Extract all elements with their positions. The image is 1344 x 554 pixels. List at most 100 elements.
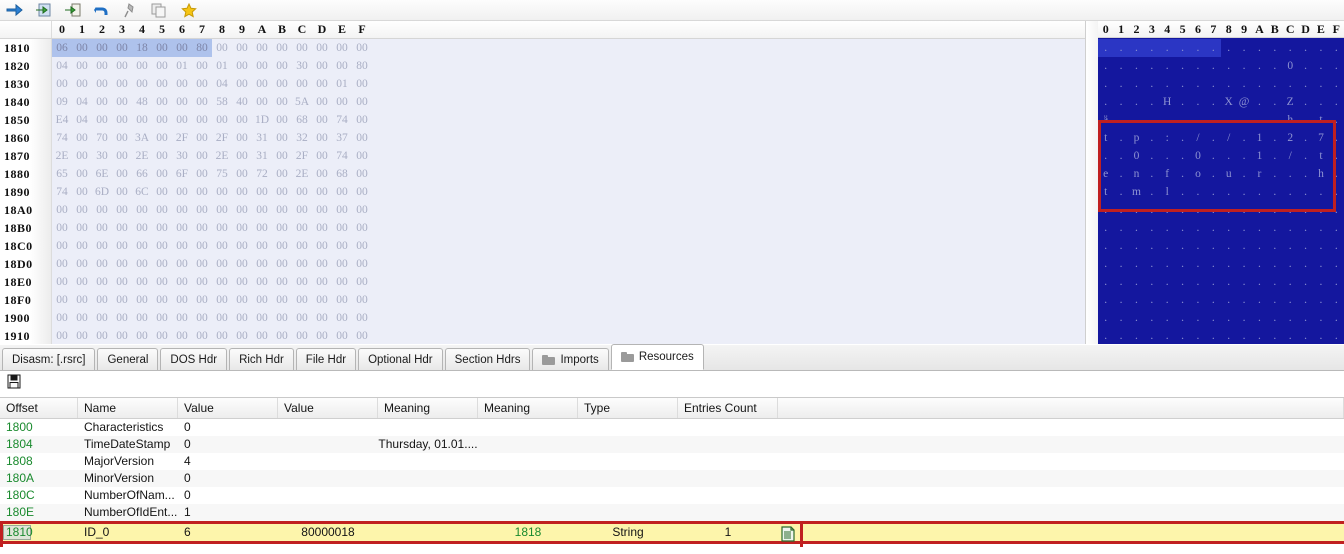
hex-byte[interactable]: 00 <box>172 273 192 291</box>
hex-byte[interactable]: 00 <box>212 327 232 344</box>
table-column-header[interactable]: Entries Count <box>678 398 778 418</box>
hex-byte[interactable]: 00 <box>112 201 132 219</box>
ascii-char[interactable]: . <box>1190 255 1205 273</box>
hex-byte[interactable]: 00 <box>152 93 172 111</box>
hex-byte[interactable]: 00 <box>132 273 152 291</box>
hex-byte[interactable]: 37 <box>332 129 352 147</box>
hex-byte[interactable]: 00 <box>72 75 92 93</box>
hex-byte[interactable]: 00 <box>132 309 152 327</box>
ascii-char[interactable]: . <box>1236 183 1251 201</box>
table-column-header[interactable]: Offset <box>0 398 78 418</box>
hex-byte[interactable]: 04 <box>212 75 232 93</box>
ascii-char[interactable]: . <box>1313 75 1328 93</box>
hex-byte[interactable]: 68 <box>292 111 312 129</box>
ascii-char[interactable]: . <box>1283 237 1298 255</box>
ascii-char[interactable]: . <box>1267 273 1282 291</box>
hex-byte[interactable]: 00 <box>92 111 112 129</box>
ascii-char[interactable]: . <box>1298 237 1313 255</box>
ascii-char[interactable]: . <box>1236 219 1251 237</box>
ascii-char[interactable]: . <box>1283 75 1298 93</box>
hex-row[interactable]: 1870 2E 00 30 00 2E 00 30 00 2E 00 31 00 2F 00 74 00 <box>0 147 1085 165</box>
hex-byte[interactable]: 00 <box>172 183 192 201</box>
hex-byte[interactable]: 6F <box>172 165 192 183</box>
hex-byte[interactable]: 74 <box>332 147 352 165</box>
hex-byte[interactable]: 00 <box>172 219 192 237</box>
ascii-char[interactable]: . <box>1160 327 1175 344</box>
hex-byte[interactable]: 00 <box>72 309 92 327</box>
tab-general[interactable]: General <box>97 348 159 370</box>
hex-byte[interactable]: 00 <box>272 75 292 93</box>
hex-byte[interactable]: 00 <box>292 273 312 291</box>
ascii-char[interactable]: . <box>1283 39 1298 57</box>
hex-byte[interactable]: 00 <box>272 237 292 255</box>
ascii-char[interactable]: . <box>1113 129 1128 147</box>
hex-row[interactable]: 1890 74 00 6D 00 6C 00 00 00 00 00 00 00 00 00 00 00 <box>0 183 1085 201</box>
ascii-char[interactable]: . <box>1190 273 1205 291</box>
hex-byte[interactable]: 00 <box>232 165 252 183</box>
table-body[interactable]: 1800 Characteristics 0 1804 TimeDateStamp 0 Th… <box>0 419 1344 547</box>
hex-byte[interactable]: 00 <box>252 201 272 219</box>
ascii-char[interactable]: . <box>1298 75 1313 93</box>
ascii-char[interactable]: . <box>1236 111 1251 129</box>
hex-byte[interactable]: 00 <box>112 75 132 93</box>
ascii-char[interactable]: . <box>1144 39 1160 57</box>
ascii-char[interactable]: . <box>1129 93 1144 111</box>
ascii-char[interactable]: . <box>1206 165 1221 183</box>
ascii-char[interactable]: . <box>1283 183 1298 201</box>
hex-byte[interactable]: 00 <box>92 75 112 93</box>
ascii-char[interactable]: . <box>1113 291 1128 309</box>
ascii-char[interactable]: . <box>1113 39 1129 57</box>
table-column-header[interactable] <box>778 398 1344 418</box>
hex-byte[interactable]: 00 <box>352 39 372 57</box>
ascii-char[interactable]: . <box>1313 255 1328 273</box>
ascii-char[interactable]: . <box>1267 201 1282 219</box>
hex-byte[interactable]: 00 <box>172 291 192 309</box>
ascii-char[interactable]: . <box>1144 93 1159 111</box>
hex-byte[interactable]: 00 <box>292 291 312 309</box>
hex-byte[interactable]: 00 <box>312 75 332 93</box>
ascii-char[interactable]: . <box>1252 237 1267 255</box>
ascii-char[interactable]: . <box>1144 219 1159 237</box>
ascii-char[interactable]: . <box>1113 93 1128 111</box>
ascii-char[interactable]: . <box>1329 111 1344 129</box>
hex-byte[interactable]: 70 <box>92 129 112 147</box>
hex-row-bytes[interactable]: 09 04 00 00 48 00 00 00 58 40 00 00 5A 00 00 00 <box>52 93 372 111</box>
hex-byte[interactable]: 06 <box>52 39 72 57</box>
hex-byte[interactable]: 04 <box>52 57 72 75</box>
ascii-char[interactable]: . <box>1329 219 1344 237</box>
hex-byte[interactable]: 00 <box>112 309 132 327</box>
hex-byte[interactable]: 00 <box>272 39 292 57</box>
hex-byte[interactable]: 00 <box>332 39 352 57</box>
hex-byte[interactable]: 72 <box>252 165 272 183</box>
ascii-char[interactable]: . <box>1190 57 1205 75</box>
hex-byte[interactable]: 00 <box>192 201 212 219</box>
ascii-row[interactable]: ................ <box>1098 237 1344 255</box>
ascii-char[interactable]: . <box>1252 57 1267 75</box>
hex-byte[interactable]: 00 <box>112 129 132 147</box>
ascii-char[interactable]: . <box>1252 93 1267 111</box>
hex-byte[interactable]: 04 <box>72 111 92 129</box>
hex-row-bytes[interactable]: 06 00 00 00 18 00 00 80 00 00 00 00 00 00 00 00 <box>52 39 372 57</box>
hex-byte[interactable]: 00 <box>152 255 172 273</box>
ascii-char[interactable]: . <box>1298 147 1313 165</box>
ascii-char[interactable]: . <box>1236 147 1251 165</box>
ascii-char[interactable]: . <box>1113 201 1128 219</box>
ascii-char[interactable]: . <box>1252 309 1267 327</box>
ascii-char[interactable]: . <box>1267 129 1282 147</box>
ascii-char[interactable]: . <box>1113 147 1128 165</box>
ascii-char[interactable]: . <box>1236 273 1251 291</box>
ascii-char[interactable]: . <box>1298 57 1313 75</box>
ascii-char[interactable]: . <box>1160 309 1175 327</box>
hex-byte[interactable]: 00 <box>152 291 172 309</box>
ascii-char[interactable]: . <box>1283 273 1298 291</box>
ascii-char[interactable]: n <box>1129 165 1144 183</box>
hex-row-bytes[interactable]: 00 00 00 00 00 00 00 00 00 00 00 00 00 00 00 00 <box>52 219 372 237</box>
hex-row-bytes[interactable]: 00 00 00 00 00 00 00 00 00 00 00 00 00 00 00 00 <box>52 291 372 309</box>
hex-byte[interactable]: 00 <box>252 273 272 291</box>
ascii-char[interactable]: . <box>1298 327 1313 344</box>
ascii-char[interactable]: . <box>1144 291 1159 309</box>
ascii-char[interactable]: . <box>1236 201 1251 219</box>
ascii-char[interactable]: . <box>1144 57 1159 75</box>
ascii-char[interactable]: . <box>1329 93 1344 111</box>
hex-byte[interactable]: 00 <box>172 75 192 93</box>
